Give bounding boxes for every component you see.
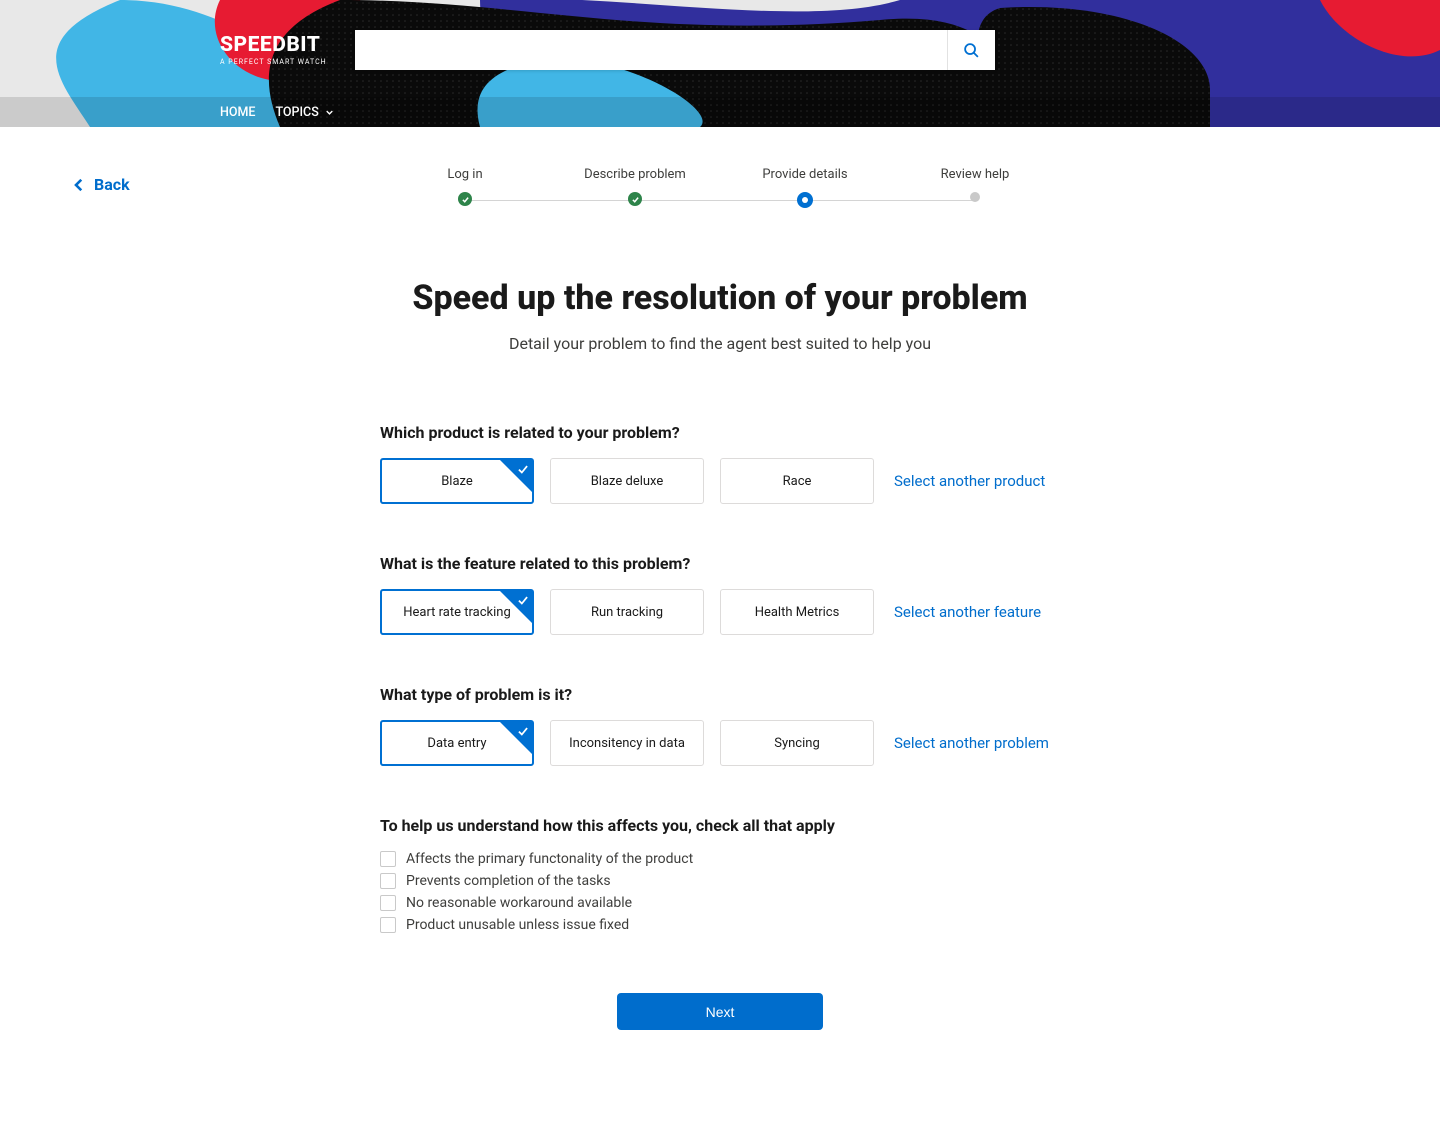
problem-option-inconsistency[interactable]: Inconsitency in data xyxy=(550,720,704,766)
back-button[interactable]: Back xyxy=(70,175,130,194)
step-dot-2 xyxy=(628,192,642,206)
step-3-label: Provide details xyxy=(720,167,890,182)
problem-option-label: Data entry xyxy=(427,736,486,751)
select-another-product[interactable]: Select another product xyxy=(894,472,1045,490)
brand-tagline: A PERFECT SMART WATCH xyxy=(220,58,327,66)
chevron-down-icon xyxy=(324,107,335,118)
brand-logo: SPEEDBIT A PERFECT SMART WATCH xyxy=(220,35,327,66)
search-button[interactable] xyxy=(947,30,995,70)
product-option-blaze[interactable]: Blaze xyxy=(380,458,534,504)
feature-option-label: Run tracking xyxy=(591,605,663,620)
feature-option-label: Health Metrics xyxy=(755,605,840,620)
select-another-feature[interactable]: Select another feature xyxy=(894,603,1041,621)
page-subtitle: Detail your problem to find the agent be… xyxy=(220,334,1220,353)
impact-checkbox-1[interactable] xyxy=(380,851,396,867)
problem-option-syncing[interactable]: Syncing xyxy=(720,720,874,766)
check-icon xyxy=(461,195,470,204)
nav-home[interactable]: HOME xyxy=(220,105,255,120)
impact-checkbox-4[interactable] xyxy=(380,917,396,933)
product-option-blaze-deluxe[interactable]: Blaze deluxe xyxy=(550,458,704,504)
brand-name: SPEEDBIT xyxy=(220,35,327,56)
problem-option-label: Inconsitency in data xyxy=(569,736,685,751)
impact-item-2: Prevents completion of the tasks xyxy=(380,873,1060,889)
search-bar xyxy=(355,30,995,70)
impact-item-1: Affects the primary functonality of the … xyxy=(380,851,1060,867)
check-icon xyxy=(516,462,530,476)
nav-topics[interactable]: TOPICS xyxy=(275,105,334,120)
problem-option-data-entry[interactable]: Data entry xyxy=(380,720,534,766)
page-title: Speed up the resolution of your problem xyxy=(220,278,1220,318)
step-1-label: Log in xyxy=(380,167,550,182)
impact-group-label: To help us understand how this affects y… xyxy=(380,816,1060,835)
step-dot-4 xyxy=(970,192,980,202)
search-input[interactable] xyxy=(355,30,947,70)
impact-item-3: No reasonable workaround available xyxy=(380,895,1060,911)
search-icon xyxy=(963,42,980,59)
product-group: Which product is related to your problem… xyxy=(380,423,1060,504)
impact-checkbox-2[interactable] xyxy=(380,873,396,889)
chevron-left-icon xyxy=(70,176,88,194)
feature-group: What is the feature related to this prob… xyxy=(380,554,1060,635)
impact-label-4: Product unusable unless issue fixed xyxy=(406,917,629,933)
step-4-label: Review help xyxy=(890,167,1060,182)
feature-option-label: Heart rate tracking xyxy=(403,605,511,620)
nav-home-label: HOME xyxy=(220,105,255,120)
impact-group: To help us understand how this affects y… xyxy=(380,816,1060,933)
impact-label-3: No reasonable workaround available xyxy=(406,895,632,911)
problem-option-label: Syncing xyxy=(774,736,820,751)
check-icon xyxy=(516,593,530,607)
feature-group-label: What is the feature related to this prob… xyxy=(380,554,1060,573)
select-another-problem[interactable]: Select another problem xyxy=(894,734,1049,752)
step-dot-3 xyxy=(797,192,813,208)
impact-label-2: Prevents completion of the tasks xyxy=(406,873,611,889)
back-label: Back xyxy=(94,175,130,194)
product-option-label: Blaze xyxy=(441,474,473,489)
next-button[interactable]: Next xyxy=(617,993,823,1030)
feature-option-run-tracking[interactable]: Run tracking xyxy=(550,589,704,635)
product-option-label: Race xyxy=(783,474,812,489)
nav-topics-label: TOPICS xyxy=(275,105,318,120)
check-icon xyxy=(516,724,530,738)
product-option-label: Blaze deluxe xyxy=(591,474,664,489)
impact-checkbox-3[interactable] xyxy=(380,895,396,911)
problem-group: What type of problem is it? Data entry I… xyxy=(380,685,1060,766)
product-group-label: Which product is related to your problem… xyxy=(380,423,1060,442)
feature-option-heart-rate[interactable]: Heart rate tracking xyxy=(380,589,534,635)
impact-label-1: Affects the primary functonality of the … xyxy=(406,851,693,867)
feature-option-health-metrics[interactable]: Health Metrics xyxy=(720,589,874,635)
check-icon xyxy=(631,195,640,204)
impact-item-4: Product unusable unless issue fixed xyxy=(380,917,1060,933)
product-option-race[interactable]: Race xyxy=(720,458,874,504)
step-2-label: Describe problem xyxy=(550,167,720,182)
problem-group-label: What type of problem is it? xyxy=(380,685,1060,704)
progress-stepper: Log in Describe problem Provide details … xyxy=(380,167,1060,208)
step-dot-1 xyxy=(458,192,472,206)
